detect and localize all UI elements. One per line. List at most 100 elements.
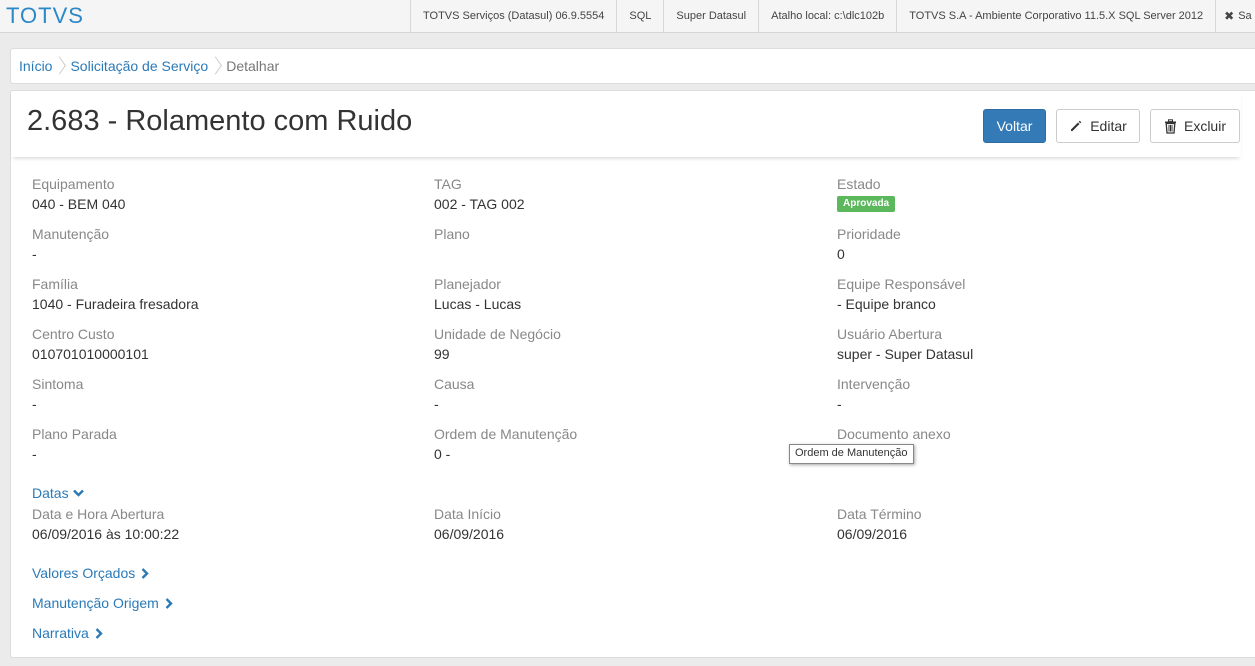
breadcrumb-home[interactable]: Início: [19, 58, 52, 74]
edit-button-label: Editar: [1090, 118, 1127, 134]
edit-button[interactable]: Editar: [1056, 109, 1140, 143]
field-documento-anexo: Documento anexo: [837, 425, 1217, 445]
breadcrumb: Início Solicitação de Serviço Detalhar: [10, 48, 1255, 84]
field-value: 06/09/2016 às 10:00:22: [32, 526, 180, 542]
field-label: Unidade de Negócio: [434, 326, 561, 342]
field-label: Sintoma: [32, 376, 84, 392]
status-badge: Aprovada: [837, 196, 896, 212]
environment-name: TOTVS S.A - Ambiente Corporativo 11.5.X …: [896, 0, 1215, 32]
chevron-right-icon: [165, 597, 173, 609]
manutencao-origem-toggle[interactable]: Manutenção Origem: [32, 595, 173, 611]
field-value: -: [434, 396, 439, 412]
field-value: 06/09/2016: [434, 526, 505, 542]
breadcrumb-separator: [56, 57, 64, 75]
page-title: 2.683 - Rolamento com Ruido: [27, 105, 413, 137]
narrativa-toggle[interactable]: Narrativa: [32, 625, 103, 641]
field-data-termino: Data Término 06/09/2016: [837, 505, 1217, 543]
top-bar: TOTVS TOTVS Serviços (Datasul) 06.9.5554…: [0, 0, 1255, 33]
delete-button-label: Excluir: [1183, 118, 1226, 134]
chevron-right-icon: [95, 627, 103, 639]
breadcrumb-parent[interactable]: Solicitação de Serviço: [70, 58, 208, 74]
delete-button[interactable]: Excluir: [1150, 109, 1240, 143]
field-value: super - Super Datasul: [837, 346, 974, 362]
chevron-down-icon: [72, 489, 84, 497]
field-label: Causa: [434, 376, 475, 392]
field-value[interactable]: 0 -: [434, 445, 814, 463]
field-centro-custo: Centro Custo 010701010000101: [32, 325, 412, 363]
field-label: Planejador: [434, 276, 501, 292]
datas-section-toggle[interactable]: Datas: [32, 485, 84, 501]
pencil-icon: [1071, 120, 1082, 131]
field-label: Equipamento: [32, 176, 115, 192]
close-icon: ✖: [1224, 9, 1235, 23]
field-value: 06/09/2016: [837, 526, 908, 542]
field-label: Usuário Abertura: [837, 326, 943, 342]
valores-orcados-label: Valores Orçados: [32, 565, 136, 581]
local-shortcut: Atalho local: c:\dlc102b: [758, 0, 896, 32]
breadcrumb-current: Detalhar: [226, 58, 280, 74]
field-label: Equipe Responsável: [837, 276, 966, 292]
field-estado: Estado Aprovada: [837, 175, 1217, 212]
datas-section-label: Datas: [32, 485, 69, 501]
field-value: 040 - BEM 040: [32, 196, 126, 212]
field-label: Centro Custo: [32, 326, 115, 342]
field-data-inicio: Data Início 06/09/2016: [434, 505, 814, 543]
field-usuario-abertura: Usuário Abertura super - Super Datasul: [837, 325, 1217, 363]
field-value: 0: [837, 246, 845, 262]
brand-logo: TOTVS: [6, 3, 84, 28]
field-plano: Plano: [434, 225, 814, 245]
field-sintoma: Sintoma -: [32, 375, 412, 413]
field-ordem-manutencao: Ordem de Manutenção 0 -: [434, 425, 814, 463]
field-manutencao: Manutenção -: [32, 225, 412, 263]
field-label: Manutenção: [32, 226, 110, 242]
field-label: Plano Parada: [32, 426, 117, 442]
field-label: Estado: [837, 176, 881, 192]
logout-label: Sa: [1238, 10, 1252, 22]
field-label: TAG: [434, 176, 462, 192]
field-label: Data Início: [434, 506, 501, 522]
field-value: 002 - TAG 002: [434, 196, 525, 212]
field-value: Lucas - Lucas: [434, 296, 522, 312]
product-version: TOTVS Serviços (Datasul) 06.9.5554: [410, 0, 616, 32]
narrativa-label: Narrativa: [32, 625, 89, 641]
field-tag: TAG 002 - TAG 002: [434, 175, 814, 213]
field-value: -: [32, 246, 37, 262]
valores-orcados-toggle[interactable]: Valores Orçados: [32, 565, 149, 581]
field-equipe-responsavel: Equipe Responsável - Equipe branco: [837, 275, 1217, 313]
field-equipamento: Equipamento 040 - BEM 040: [32, 175, 412, 213]
breadcrumb-separator: [212, 57, 220, 75]
environment-info: TOTVS Serviços (Datasul) 06.9.5554 SQL S…: [410, 0, 1255, 32]
field-label: Família: [32, 276, 78, 292]
field-planejador: Planejador Lucas - Lucas: [434, 275, 814, 313]
database-type: SQL: [616, 0, 663, 32]
field-intervencao: Intervenção -: [837, 375, 1217, 413]
field-value: 99: [434, 346, 450, 362]
logout-button[interactable]: ✖ Sa: [1215, 0, 1255, 32]
field-value: -: [32, 396, 37, 412]
chevron-right-icon: [141, 567, 149, 579]
field-label: Ordem de Manutenção: [434, 426, 578, 442]
field-plano-parada: Plano Parada -: [32, 425, 412, 463]
field-prioridade: Prioridade 0: [837, 225, 1217, 263]
trash-icon: [1164, 118, 1176, 134]
detail-panel: 2.683 - Rolamento com Ruido Voltar Edita…: [10, 90, 1255, 658]
field-label: Data e Hora Abertura: [32, 506, 165, 522]
field-label: Plano: [434, 226, 470, 242]
field-label: Data Término: [837, 506, 922, 522]
manutencao-origem-label: Manutenção Origem: [32, 595, 159, 611]
field-value: -: [837, 396, 842, 412]
field-unidade-negocio: Unidade de Negócio 99: [434, 325, 814, 363]
page-header: 2.683 - Rolamento com Ruido Voltar Edita…: [11, 91, 1241, 157]
field-value: - Equipe branco: [837, 296, 936, 312]
field-data-abertura: Data e Hora Abertura 06/09/2016 às 10:00…: [32, 505, 412, 543]
field-value: 010701010000101: [32, 346, 149, 362]
current-user: Super Datasul: [663, 0, 758, 32]
field-label: Prioridade: [837, 226, 901, 242]
field-label: Intervenção: [837, 376, 911, 392]
field-familia: Família 1040 - Furadeira fresadora: [32, 275, 412, 313]
back-button[interactable]: Voltar: [983, 109, 1046, 143]
field-label: Documento anexo: [837, 426, 951, 442]
field-causa: Causa -: [434, 375, 814, 413]
field-value: 1040 - Furadeira fresadora: [32, 296, 199, 312]
tooltip: Ordem de Manutenção: [789, 444, 914, 464]
